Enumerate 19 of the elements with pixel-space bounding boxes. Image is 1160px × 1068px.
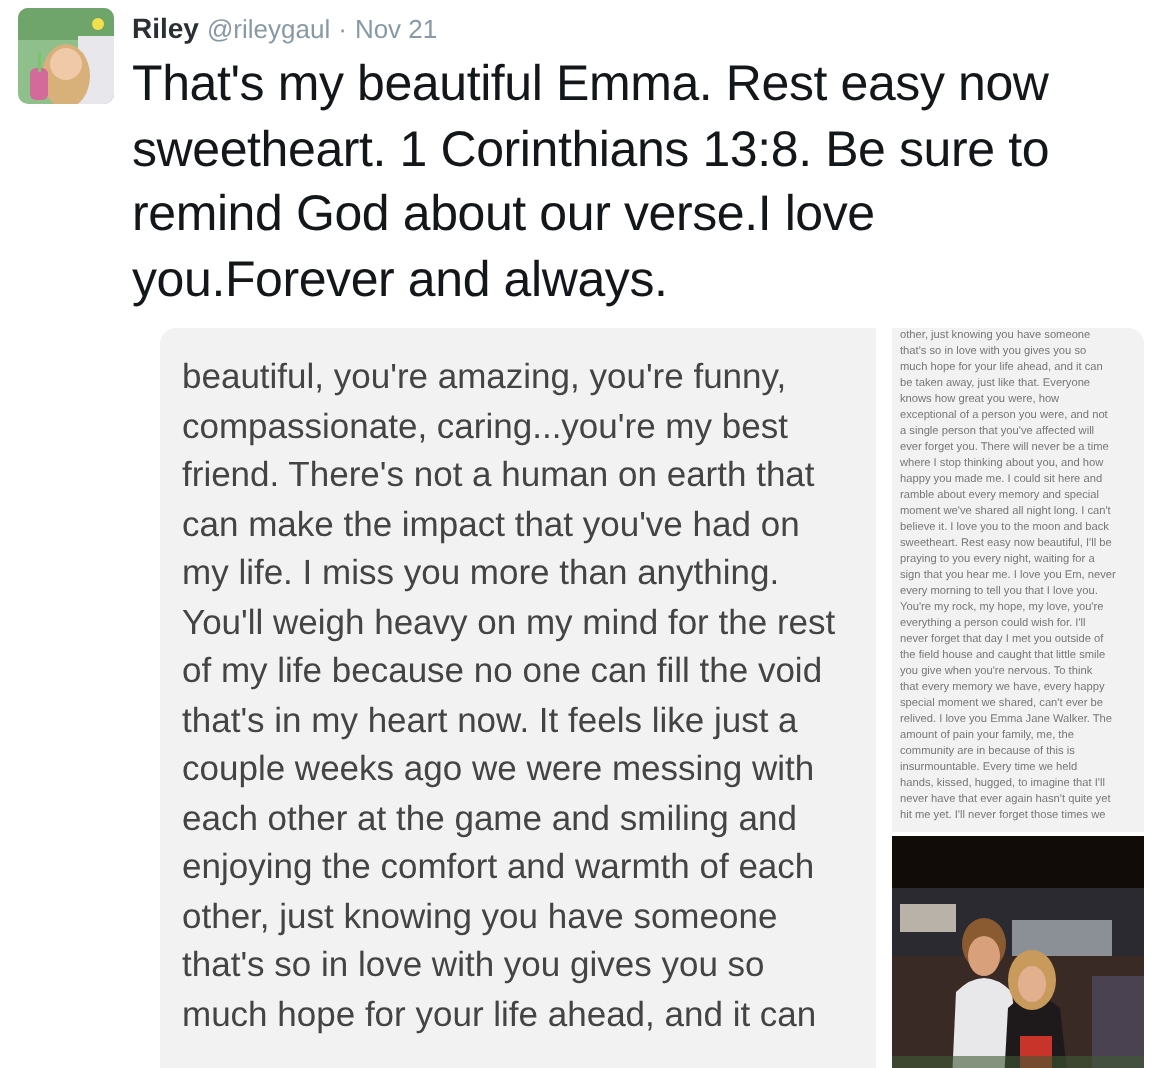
tweet-date[interactable]: Nov 21 [354,14,438,44]
note-line: each other at the game and smiling and [182,795,799,842]
note-line: enjoying the comfort and warmth of each [182,844,817,890]
author-name[interactable]: Riley [132,12,199,44]
tweet-text: That's my beautiful Emma. Rest easy now sweetheart. 1 Corinthians 13:8. Be sure to remind God about our verse.I love you.Forever and always. [132,54,1052,311]
note-line: You'll weigh heavy on my mind for the rest [182,599,838,646]
note-line: friend. There's not a human on earth that [182,452,817,498]
note-line: that's in my heart now. It feels like just a [182,697,800,744]
note-line: beautiful, you're amazing, you're funny, [182,354,789,400]
note-line: that's so in love with you gives you so [182,942,767,988]
note-line: other, just knowing you have someone [182,893,780,940]
separator: · [338,14,347,44]
note-line: my life. I miss you more than anything. [182,550,782,596]
note-line: of my life because no one can fill the void [182,648,825,694]
note-line: can make the impact that you've had on [182,501,802,548]
note-line: compassionate, caring...you're my best [182,403,790,450]
author-handle[interactable]: @rileygaul [206,14,331,44]
note-line: much hope for your life ahead, and it can [182,991,819,1038]
note-line: couple weeks ago we were messing with [182,746,817,792]
